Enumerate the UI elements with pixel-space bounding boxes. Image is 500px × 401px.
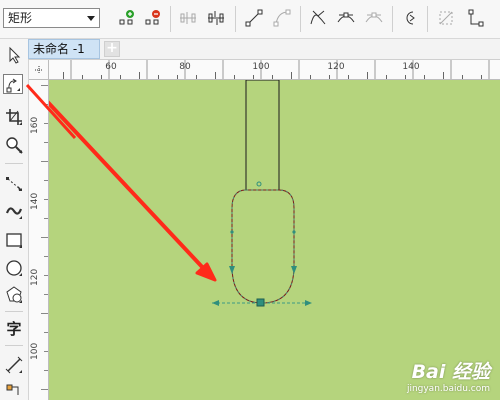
ruler-label: 60 xyxy=(105,62,117,72)
ruler-label: 80 xyxy=(179,62,191,72)
crop-tool-icon[interactable] xyxy=(4,107,24,127)
symmetrical-node-icon[interactable] xyxy=(364,8,384,28)
cusp-node-icon[interactable] xyxy=(308,8,328,28)
toolbar-separator xyxy=(392,6,393,32)
pick-tool-icon[interactable] xyxy=(4,45,24,65)
right-control-handle[interactable] xyxy=(305,300,312,306)
node-point[interactable] xyxy=(256,181,262,187)
stem-rectangle-shape[interactable] xyxy=(245,80,280,191)
freehand-tool-icon[interactable] xyxy=(4,173,24,193)
bulb-selection-outline xyxy=(231,189,295,304)
flyout-indicator-icon xyxy=(19,188,22,191)
ruler-label: 100 xyxy=(252,62,270,72)
delete-node-icon[interactable] xyxy=(143,8,163,28)
left-control-handle[interactable] xyxy=(212,300,219,306)
vertical-ruler[interactable]: 160 140 120 100 xyxy=(29,80,49,400)
drawing-canvas[interactable]: Bai 经验 jingyan.baidu.com xyxy=(49,80,500,400)
to-curve-icon[interactable] xyxy=(272,8,292,28)
node-point[interactable] xyxy=(230,230,234,234)
shape-tool-icon[interactable] xyxy=(3,74,23,94)
document-tab[interactable]: 未命名 -1 xyxy=(28,39,100,59)
canvas-drawing xyxy=(49,80,312,307)
flyout-indicator-icon xyxy=(19,216,22,219)
shape-type-dropdown[interactable]: 矩形 xyxy=(3,8,100,28)
left-node-arrow[interactable] xyxy=(229,266,235,274)
break-curve-icon[interactable] xyxy=(206,8,226,28)
zoom-tool-icon[interactable] xyxy=(4,135,24,155)
new-document-tab-button[interactable]: + xyxy=(104,41,120,57)
ruler-label: 140 xyxy=(402,62,420,72)
flyout-indicator-icon xyxy=(19,300,22,303)
ruler-label: 140 xyxy=(30,192,40,210)
ruler-label: 120 xyxy=(30,268,40,286)
toolbox: 字 xyxy=(0,39,29,400)
parallel-dimension-icon[interactable] xyxy=(4,355,24,375)
flyout-indicator-icon xyxy=(17,88,20,91)
rounded-bulb-shape[interactable] xyxy=(231,189,295,304)
right-node-arrow[interactable] xyxy=(291,266,297,274)
text-tool-icon[interactable]: 字 xyxy=(4,319,24,339)
shape-type-value: 矩形 xyxy=(8,11,33,25)
watermark-url: jingyan.baidu.com xyxy=(406,384,490,394)
connector-tool-icon[interactable] xyxy=(4,381,24,401)
ruler-label: 160 xyxy=(30,116,40,134)
selected-node-handle[interactable] xyxy=(256,298,265,307)
document-tab-title: 未命名 -1 xyxy=(33,42,85,56)
flyout-indicator-icon xyxy=(19,245,22,248)
reverse-direction-icon[interactable] xyxy=(400,8,420,28)
extract-subpath-icon[interactable] xyxy=(436,8,456,28)
toolbox-separator xyxy=(5,311,23,312)
baidu-jingyan-watermark: Bai 经验 jingyan.baidu.com xyxy=(407,357,490,394)
flyout-indicator-icon xyxy=(19,273,22,276)
ruler-label: 100 xyxy=(30,342,40,360)
flyout-indicator-icon xyxy=(19,150,22,153)
rectangle-tool-icon[interactable] xyxy=(4,230,24,250)
extend-curve-icon[interactable] xyxy=(466,8,486,28)
ruler-origin[interactable] xyxy=(29,60,49,80)
flyout-indicator-icon xyxy=(19,370,22,373)
toolbar-separator xyxy=(427,6,428,32)
add-node-icon[interactable] xyxy=(117,8,137,28)
smooth-node-icon[interactable] xyxy=(336,8,356,28)
toolbox-separator xyxy=(5,163,23,164)
annotation-arrow xyxy=(49,100,207,272)
toolbar-separator xyxy=(235,6,236,32)
node-point[interactable] xyxy=(292,230,296,234)
ellipse-tool-icon[interactable] xyxy=(4,258,24,278)
to-line-icon[interactable] xyxy=(244,8,264,28)
document-tab-bar: 未命名 -1 + xyxy=(28,39,500,60)
artistic-media-icon[interactable] xyxy=(4,201,24,221)
flyout-indicator-icon xyxy=(19,122,22,125)
toolbox-separator xyxy=(5,345,23,346)
ruler-origin-icon xyxy=(35,66,43,74)
ruler-label: 120 xyxy=(327,62,345,72)
watermark-logo: Bai 经验 xyxy=(411,361,490,383)
horizontal-ruler[interactable]: 60 80 100 120 140 xyxy=(49,60,500,80)
chevron-down-icon xyxy=(87,16,95,21)
plus-icon: + xyxy=(106,40,118,56)
toolbar-separator xyxy=(300,6,301,32)
toolbar-separator xyxy=(170,6,171,32)
text-tool-glyph: 字 xyxy=(6,320,22,338)
property-bar: 矩形 xyxy=(0,0,500,39)
join-nodes-icon[interactable] xyxy=(178,8,198,28)
polygon-tool-icon[interactable] xyxy=(4,285,24,305)
